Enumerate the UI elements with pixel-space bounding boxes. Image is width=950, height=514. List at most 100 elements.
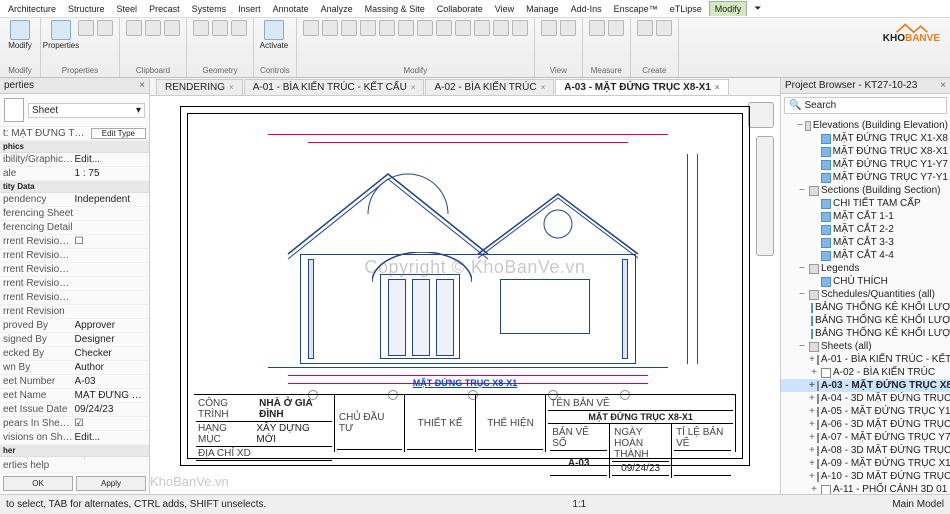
tree-item[interactable]: CHI TIẾT TAM CẤP (781, 197, 950, 210)
tree-group[interactable]: −Schedules/Quantities (all) (781, 288, 950, 301)
prop-section[interactable]: phics (0, 141, 149, 153)
scale-button[interactable] (474, 20, 490, 36)
tree-item[interactable]: MẶT ĐỨNG TRỤC X1-X8 (781, 132, 950, 145)
navigation-bar[interactable] (756, 136, 774, 256)
properties-help-link[interactable]: erties help (3, 460, 146, 471)
tree-item[interactable]: +A-07 - MẶT ĐỨNG TRỤC Y7-Y1 (781, 431, 950, 444)
pin-button[interactable] (493, 20, 509, 36)
ribbon-tab-massingsite[interactable]: Massing & Site (360, 2, 430, 16)
cut-button[interactable] (212, 20, 228, 36)
tree-item[interactable]: +A-06 - 3D MẶT ĐỨNG TRỤC Y1-Y7 (781, 418, 950, 431)
tree-item[interactable]: MẶT ĐỨNG TRỤC Y1-Y7 (781, 158, 950, 171)
close-tab-icon[interactable]: × (541, 83, 546, 92)
ok-button[interactable]: OK (3, 476, 73, 491)
ribbon-tab-manage[interactable]: Manage (521, 2, 564, 16)
offset-button[interactable] (322, 20, 338, 36)
split-button[interactable] (436, 20, 452, 36)
property-row[interactable]: rrent Revision Descripti... (0, 291, 149, 305)
cut-button[interactable] (78, 20, 94, 36)
activate-button[interactable]: Activate (260, 20, 288, 54)
tree-item[interactable]: BẢNG THỐNG KÊ KHỐI LƯỢNG GẠCH THẺ T... (781, 301, 950, 314)
canvas-viewport[interactable]: MẶT ĐỨNG TRỤC X8-X1 CÔNG TRÌNH NHÀ Ở GIA… (150, 96, 780, 494)
match-button[interactable] (164, 20, 180, 36)
elevation-drawing[interactable] (268, 134, 668, 394)
workset-indicator[interactable]: Main Model (892, 499, 944, 510)
property-row[interactable]: eet NameMẶT ĐỨNG TRỤC X8-X1 (0, 389, 149, 403)
tree-item[interactable]: +A-08 - 3D MẶT ĐỨNG TRỤC Y7-Y1 (781, 444, 950, 457)
search-input[interactable]: 🔍Search (784, 97, 947, 114)
ribbon-tab-architecture[interactable]: Architecture (3, 2, 61, 16)
apply-button[interactable]: Apply (76, 476, 146, 491)
measure-button[interactable] (589, 20, 605, 36)
tree-item[interactable]: MẶT CẮT 4-4 (781, 249, 950, 262)
tree-item[interactable]: +A-11 - PHỐI CẢNH 3D 01 (781, 483, 950, 494)
close-tab-icon[interactable]: × (229, 83, 234, 92)
property-row[interactable]: ferencing Sheet (0, 207, 149, 221)
tree-item[interactable]: BẢNG THỐNG KÊ KHỐI LƯỢNG GẠCH ỐNG T... (781, 314, 950, 327)
props-button[interactable]: Properties (47, 20, 75, 54)
ribbon-tab-insert[interactable]: Insert (233, 2, 266, 16)
view-title[interactable]: MẶT ĐỨNG TRỤC X8-X1 (413, 378, 517, 388)
property-row[interactable]: signed ByDesigner (0, 333, 149, 347)
ribbon-tab-structure[interactable]: Structure (63, 2, 110, 16)
group-button[interactable] (656, 20, 672, 36)
ribbon-tab-systems[interactable]: Systems (187, 2, 232, 16)
document-tab[interactable]: A-03 - MẶT ĐỨNG TRỤC X8-X1× (555, 79, 728, 95)
property-row[interactable]: rrent Revision Issued☐ (0, 235, 149, 249)
join-button[interactable] (231, 20, 247, 36)
tree-item[interactable]: BẢNG THỐNG KÊ KHỐI LƯỢNG GẠCH ỐNG T... (781, 327, 950, 340)
hide-button[interactable] (541, 20, 557, 36)
property-row[interactable]: rrent Revision Date (0, 277, 149, 291)
tree-item[interactable]: +A-03 - MẶT ĐỨNG TRỤC X8-X1 (781, 379, 950, 392)
collapse-icon[interactable]: − (797, 185, 807, 196)
property-row[interactable]: rrent Revision (0, 305, 149, 319)
tree-item[interactable]: +A-05 - MẶT ĐỨNG TRỤC Y1-Y7 (781, 405, 950, 418)
tree-item[interactable]: MẶT CẮT 1-1 (781, 210, 950, 223)
cope-button[interactable] (193, 20, 209, 36)
type-selector[interactable]: Sheet▾ (28, 103, 145, 118)
property-row[interactable]: pendencyIndependent (0, 193, 149, 207)
property-row[interactable]: ibility/Graphics Overrid...Edit... (0, 153, 149, 167)
edit-type-button[interactable]: Edit Type (91, 128, 146, 139)
paste-button[interactable] (126, 20, 142, 36)
ribbon-finish-icon[interactable]: ⏷ (749, 1, 766, 16)
collapse-icon[interactable]: − (797, 120, 803, 131)
prop-section[interactable]: tity Data (0, 181, 149, 193)
array-button[interactable] (455, 20, 471, 36)
trim-button[interactable] (417, 20, 433, 36)
tree-item[interactable]: MẶT ĐỨNG TRỤC Y7-Y1 (781, 171, 950, 184)
ribbon-tab-collaborate[interactable]: Collaborate (432, 2, 488, 16)
document-tab[interactable]: A-01 - BÌA KIẾN TRÚC - KẾT CẤU× (244, 79, 425, 95)
ribbon-tab-steel[interactable]: Steel (112, 2, 143, 16)
copy-button[interactable] (379, 20, 395, 36)
tree-item[interactable]: +A-02 - BÌA KIẾN TRÚC (781, 366, 950, 379)
ribbon-tab-analyze[interactable]: Analyze (316, 2, 358, 16)
ribbon-tab-addins[interactable]: Add-Ins (566, 2, 607, 16)
copy-button[interactable] (145, 20, 161, 36)
close-tab-icon[interactable]: × (411, 83, 416, 92)
property-row[interactable]: ale1 : 75 (0, 167, 149, 181)
property-row[interactable]: rrent Revision Issued By (0, 249, 149, 263)
document-tab[interactable]: RENDERING× (156, 79, 243, 95)
tree-item[interactable]: +A-09 - MẶT ĐỨNG TRỤC X1-X8 (781, 457, 950, 470)
collapse-icon[interactable]: − (797, 289, 807, 300)
dimension-button[interactable] (608, 20, 624, 36)
property-row[interactable]: rrent Revision Issued To (0, 263, 149, 277)
collapse-icon[interactable]: − (797, 341, 807, 352)
delete-button[interactable] (512, 20, 528, 36)
tree-item[interactable]: +A-10 - 3D MẶT ĐỨNG TRỤC X1-X8 (781, 470, 950, 483)
tree-item[interactable]: +A-01 - BÌA KIẾN TRÚC - KẾT CẤU (781, 353, 950, 366)
title-block[interactable]: CÔNG TRÌNH NHÀ Ở GIA ĐÌNH HẠNG MỤC XÂY D… (194, 394, 736, 452)
tree-group[interactable]: −Legends (781, 262, 950, 275)
rotate-button[interactable] (398, 20, 414, 36)
ribbon-tab-modify[interactable]: Modify (709, 1, 748, 16)
document-tab[interactable]: A-02 - BÌA KIẾN TRÚC× (425, 79, 554, 95)
tree-group[interactable]: −Sections (Building Section) (781, 184, 950, 197)
ribbon-tab-precast[interactable]: Precast (144, 2, 185, 16)
create-button[interactable] (637, 20, 653, 36)
move-button[interactable] (360, 20, 376, 36)
tree-item[interactable]: MẶT CẮT 2-2 (781, 223, 950, 236)
tree-group[interactable]: −Sheets (all) (781, 340, 950, 353)
ribbon-tab-enscape[interactable]: Enscape™ (609, 2, 663, 16)
property-row[interactable]: pears In Sheet List☑ (0, 417, 149, 431)
